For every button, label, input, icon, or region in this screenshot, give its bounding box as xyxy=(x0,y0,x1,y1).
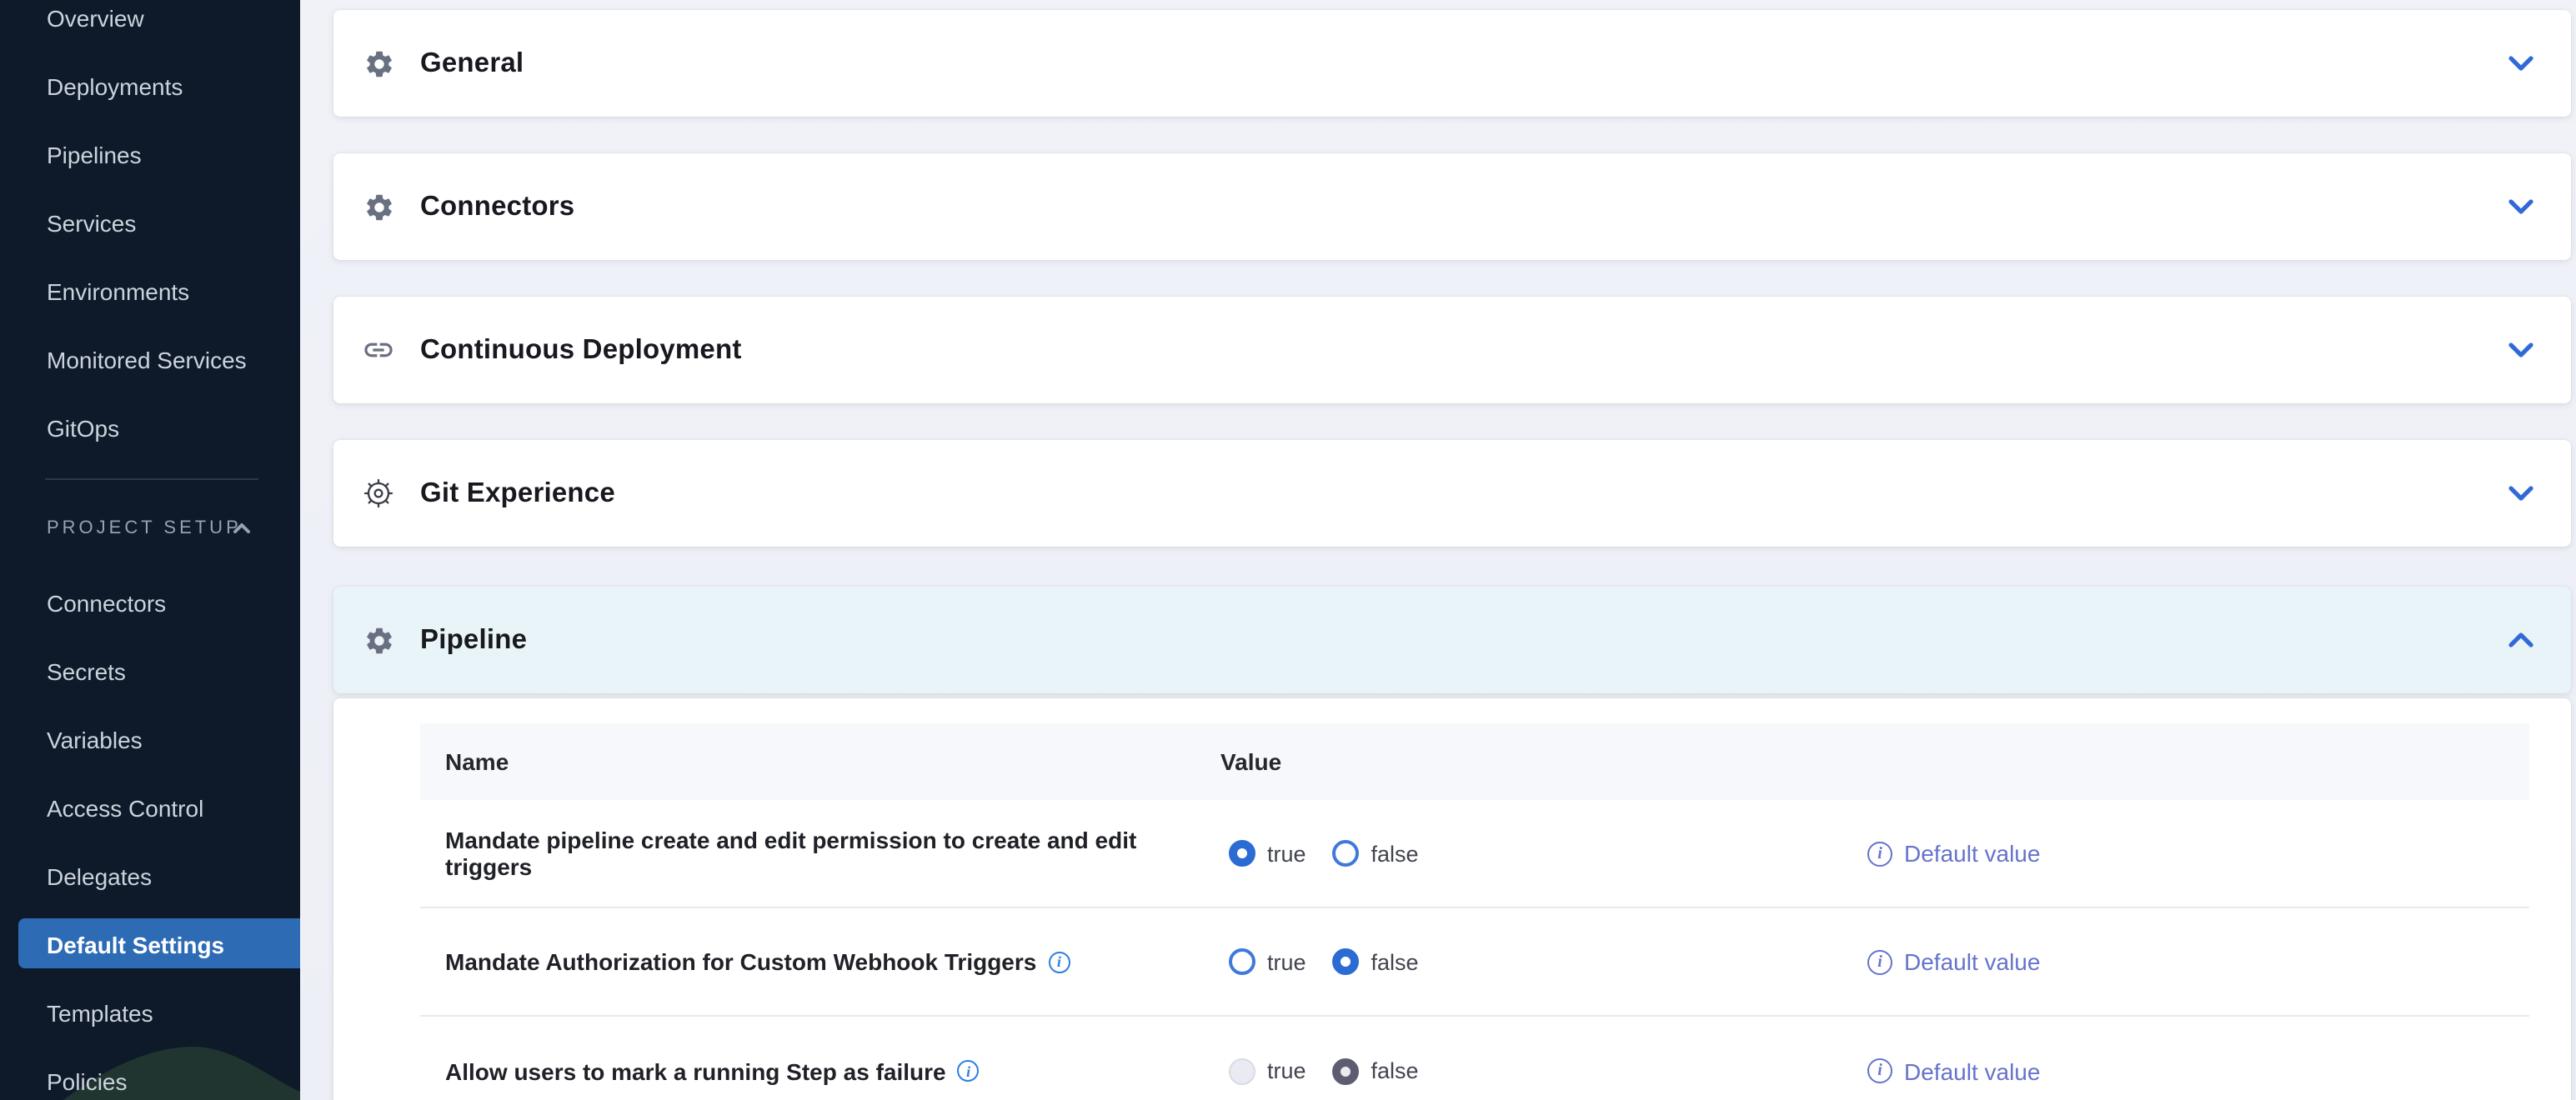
sidebar-item-label: Policies xyxy=(47,1068,128,1094)
sidebar-item-gitops[interactable]: GitOps xyxy=(0,393,300,462)
section-card-inner: General xyxy=(333,10,2571,117)
radio-true[interactable] xyxy=(1229,1058,1255,1084)
setting-row-mandate-authorization-for-custom-webhook: Mandate Authorization for Custom Webhook… xyxy=(420,908,2529,1017)
sidebar-item-pipelines[interactable]: Pipelines xyxy=(0,120,300,188)
default-value-link[interactable]: iDefault value xyxy=(1867,840,2040,867)
section-card-inner: Pipeline xyxy=(333,587,2571,693)
sidebar-item-label: Services xyxy=(47,209,136,236)
sidebar-item-label: Overview xyxy=(47,4,144,31)
radio-false[interactable] xyxy=(1333,948,1360,975)
default-value-link[interactable]: iDefault value xyxy=(1867,1058,2040,1084)
setting-value-radios: true false xyxy=(1229,1058,1419,1084)
chevron-down-icon[interactable] xyxy=(2508,198,2534,215)
section-card-inner: Git Experience xyxy=(333,440,2571,547)
sidebar-item-label: Connectors xyxy=(47,589,166,616)
chevron-down-icon[interactable] xyxy=(2508,342,2534,358)
radio-false[interactable] xyxy=(1333,1058,1360,1084)
sidebar-item-variables[interactable]: Variables xyxy=(0,705,300,773)
settings-main-panel: General Connectors Continuous Deployment Gi… xyxy=(300,0,2576,1100)
radio-false-label: false xyxy=(1371,949,1419,974)
setting-name: Allow users to mark a running Step as fa… xyxy=(445,1058,1229,1084)
sidebar-item-label: GitOps xyxy=(47,414,119,441)
info-icon[interactable]: i xyxy=(958,1060,980,1082)
chevron-up-icon[interactable] xyxy=(2508,632,2534,648)
sidebar-item-label: Environments xyxy=(47,278,189,304)
radio-false[interactable] xyxy=(1333,840,1360,867)
setting-row-allow-users-to-mark-a-running-step-as-fa: Allow users to mark a running Step as fa… xyxy=(420,1017,2529,1100)
sidebar-item-label: Variables xyxy=(47,726,143,752)
radio-true[interactable] xyxy=(1229,840,1255,867)
chevron-down-icon[interactable] xyxy=(2508,55,2534,72)
radio-true-label: true xyxy=(1267,1058,1306,1083)
sidebar-item-delegates[interactable]: Delegates xyxy=(0,842,300,910)
setting-row-mandate-pipeline-create-and-edit-permiss: Mandate pipeline create and edit permiss… xyxy=(420,800,2529,908)
radio-true[interactable] xyxy=(1229,948,1255,975)
chevron-up-icon xyxy=(232,522,252,535)
sidebar-item-secrets[interactable]: Secrets xyxy=(0,637,300,705)
setting-value-radios: true false xyxy=(1229,948,1419,975)
column-header-name: Name xyxy=(445,748,1220,775)
setting-value-radios: true false xyxy=(1229,840,1419,867)
section-card-inner: Connectors xyxy=(333,153,2571,260)
sidebar-item-deployments[interactable]: Deployments xyxy=(0,52,300,120)
sidebar-item-label: Delegates xyxy=(47,862,152,889)
sidebar-item-label: Deployments xyxy=(47,72,183,99)
section-card-pipeline[interactable]: Pipeline xyxy=(333,587,2571,693)
radio-false-label: false xyxy=(1371,841,1419,866)
gear-icon xyxy=(362,47,395,80)
gear-icon xyxy=(362,623,395,657)
link-icon xyxy=(362,333,395,367)
sidebar-item-label: Pipelines xyxy=(47,141,142,168)
project-setup-label: PROJECT SETUP xyxy=(47,518,242,538)
section-card-connectors[interactable]: Connectors xyxy=(333,153,2571,260)
table-rows: Mandate pipeline create and edit permiss… xyxy=(420,800,2529,1100)
table-header-row: Name Value xyxy=(420,723,2529,800)
sidebar-item-environments[interactable]: Environments xyxy=(0,257,300,325)
info-icon: i xyxy=(1867,1058,1892,1083)
section-card-inner: Continuous Deployment xyxy=(333,297,2571,403)
sidebar-item-label: Default Settings xyxy=(47,931,224,958)
default-value-link[interactable]: iDefault value xyxy=(1867,948,2040,975)
section-title: Continuous Deployment xyxy=(420,334,742,366)
sidebar-section-project-setup[interactable]: PROJECT SETUP xyxy=(0,508,300,548)
column-header-value: Value xyxy=(1220,748,1281,775)
sidebar-item-connectors[interactable]: Connectors xyxy=(0,568,300,637)
sidebar-item-label: Secrets xyxy=(47,658,126,684)
sidebar-item-label: Templates xyxy=(47,999,153,1026)
sidebar-item-monitored-services[interactable]: Monitored Services xyxy=(0,325,300,393)
sidebar-item-default-settings[interactable]: Default Settings xyxy=(0,910,300,978)
sidebar-item-access-control[interactable]: Access Control xyxy=(0,773,300,842)
setting-name: Mandate Authorization for Custom Webhook… xyxy=(445,948,1229,975)
radio-true-label: true xyxy=(1267,949,1306,974)
default-settings-page: Overview Deployments Pipelines Services Envi… xyxy=(0,0,2576,1100)
sidebar-item-label: Monitored Services xyxy=(47,346,247,372)
section-card-general[interactable]: General xyxy=(333,10,2571,117)
sidebar-item-overview[interactable]: Overview xyxy=(0,0,300,52)
chevron-down-icon[interactable] xyxy=(2508,485,2534,502)
radio-true-label: true xyxy=(1267,841,1306,866)
radio-false-label: false xyxy=(1371,1058,1419,1083)
info-icon: i xyxy=(1867,949,1892,974)
sidebar-nav-list: Overview Deployments Pipelines Services Envi… xyxy=(0,0,300,462)
sidebar: Overview Deployments Pipelines Services Envi… xyxy=(0,0,300,1100)
section-card-git-experience[interactable]: Git Experience xyxy=(333,440,2571,547)
pipeline-settings-panel: Name Value Mandate pipeline create and e… xyxy=(333,698,2571,1100)
info-icon: i xyxy=(1867,841,1892,866)
section-card-continuous-deployment[interactable]: Continuous Deployment xyxy=(333,297,2571,403)
section-title: Pipeline xyxy=(420,624,527,656)
gear-icon xyxy=(362,190,395,223)
setting-name: Mandate pipeline create and edit permiss… xyxy=(445,827,1229,880)
pipeline-settings-table: Name Value Mandate pipeline create and e… xyxy=(420,723,2529,1100)
section-title: Connectors xyxy=(420,191,574,222)
info-icon[interactable]: i xyxy=(1048,951,1070,972)
section-title: Git Experience xyxy=(420,478,615,509)
sidebar-item-services[interactable]: Services xyxy=(0,188,300,257)
sidebar-divider xyxy=(45,478,258,480)
section-title: General xyxy=(420,48,524,79)
gear-outline-icon xyxy=(362,477,395,510)
sidebar-item-label: Access Control xyxy=(47,794,203,821)
